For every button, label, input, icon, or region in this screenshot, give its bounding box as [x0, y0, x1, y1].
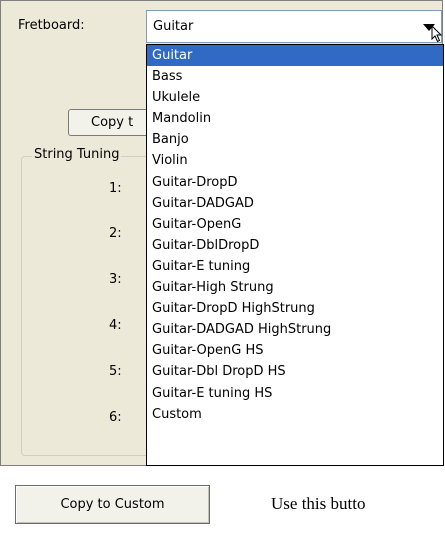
fretboard-select-value: Guitar [153, 19, 194, 34]
dropdown-option-guitar-high-strung[interactable]: Guitar-High Strung [147, 277, 443, 298]
fretboard-dropdown-list[interactable]: Guitar Bass Ukulele Mandolin Banjo Violi… [146, 44, 444, 466]
fretboard-select[interactable]: Guitar [146, 10, 443, 43]
fretboard-settings-panel: Fretboard: Guitar Copy t String Tuning 1… [0, 0, 444, 466]
dropdown-option-guitar-dadgad-highstrung[interactable]: Guitar-DADGAD HighStrung [147, 319, 443, 340]
copy-to-custom-button-label: Copy to Custom [60, 497, 165, 512]
string-1-label: 1: [109, 181, 122, 196]
dropdown-option-guitar-e-tuning-hs[interactable]: Guitar-E tuning HS [147, 383, 443, 404]
string-6-label: 6: [109, 410, 122, 425]
dropdown-option-guitar-e-tuning[interactable]: Guitar-E tuning [147, 256, 443, 277]
string-tuning-title: String Tuning [32, 147, 122, 162]
string-2-label: 2: [109, 226, 122, 241]
string-3-label: 3: [109, 272, 122, 287]
dropdown-option-guitar[interactable]: Guitar [147, 45, 443, 67]
dropdown-option-custom[interactable]: Custom [147, 404, 443, 425]
copy-to-custom-button-partial[interactable]: Copy t [68, 109, 156, 136]
mouse-cursor-icon [431, 25, 443, 43]
dropdown-option-ukulele[interactable]: Ukulele [147, 87, 443, 108]
dropdown-option-guitar-openg[interactable]: Guitar-OpenG [147, 214, 443, 235]
description-text: Use this butto [271, 494, 366, 513]
dropdown-option-violin[interactable]: Violin [147, 150, 443, 171]
dropdown-option-mandolin[interactable]: Mandolin [147, 108, 443, 129]
string-5-label: 5: [109, 364, 122, 379]
copy-to-custom-button[interactable]: Copy to Custom [15, 485, 210, 524]
dropdown-option-banjo[interactable]: Banjo [147, 129, 443, 150]
dropdown-option-guitar-dadgad[interactable]: Guitar-DADGAD [147, 193, 443, 214]
dropdown-option-guitar-dbl-dropd-hs[interactable]: Guitar-Dbl DropD HS [147, 361, 443, 382]
fretboard-label: Fretboard: [18, 18, 85, 33]
string-4-label: 4: [109, 318, 122, 333]
dropdown-option-bass[interactable]: Bass [147, 66, 443, 87]
dropdown-option-guitar-openg-hs[interactable]: Guitar-OpenG HS [147, 340, 443, 361]
copy-to-custom-button-partial-label: Copy t [91, 115, 134, 130]
dropdown-option-guitar-dropd[interactable]: Guitar-DropD [147, 172, 443, 193]
dropdown-option-guitar-dbldropd[interactable]: Guitar-DblDropD [147, 235, 443, 256]
dropdown-option-guitar-dropd-highstrung[interactable]: Guitar-DropD HighStrung [147, 298, 443, 319]
